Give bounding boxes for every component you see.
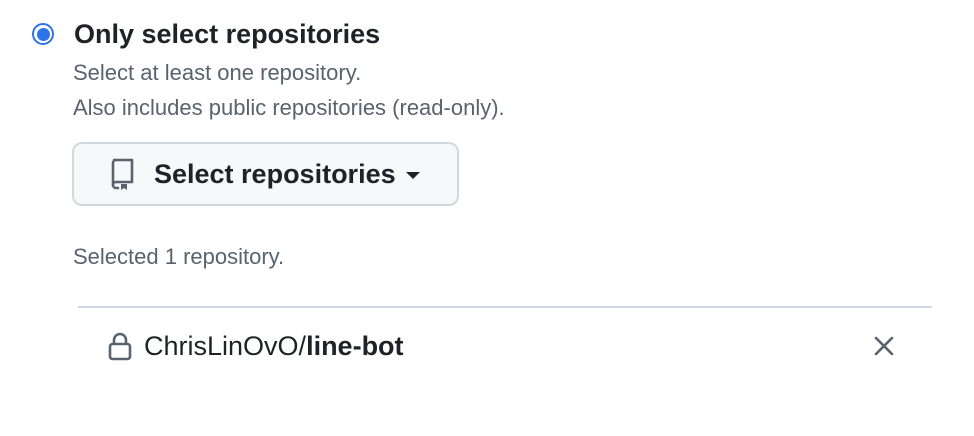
radio-dot: [36, 27, 50, 41]
select-repositories-label: Select repositories: [154, 158, 396, 189]
repository-name: line-bot: [306, 331, 404, 361]
close-icon: [874, 336, 894, 356]
select-repositories-button[interactable]: Select repositories: [72, 142, 459, 206]
radio-label: Only select repositories: [74, 19, 381, 49]
repository-owner: ChrisLinOvO: [144, 331, 299, 361]
selected-repository-row: ChrisLinOvO/line-bot: [108, 326, 898, 366]
radio-button-selected[interactable]: [32, 23, 54, 45]
hint-select-at-least-one: Select at least one repository.: [73, 60, 362, 85]
repository-full-name: ChrisLinOvO/line-bot: [144, 330, 404, 362]
selected-count-text: Selected 1 repository.: [73, 244, 285, 269]
hint-public-readonly: Also includes public repositories (read-…: [73, 95, 505, 120]
divider: [78, 306, 932, 308]
lock-icon: [108, 331, 132, 361]
repository-separator: /: [298, 331, 307, 361]
remove-repository-button[interactable]: [870, 332, 898, 360]
caret-down-icon: [405, 172, 420, 179]
repo-icon: [108, 157, 136, 191]
only-select-repositories-option[interactable]: Only select repositories: [32, 18, 380, 50]
